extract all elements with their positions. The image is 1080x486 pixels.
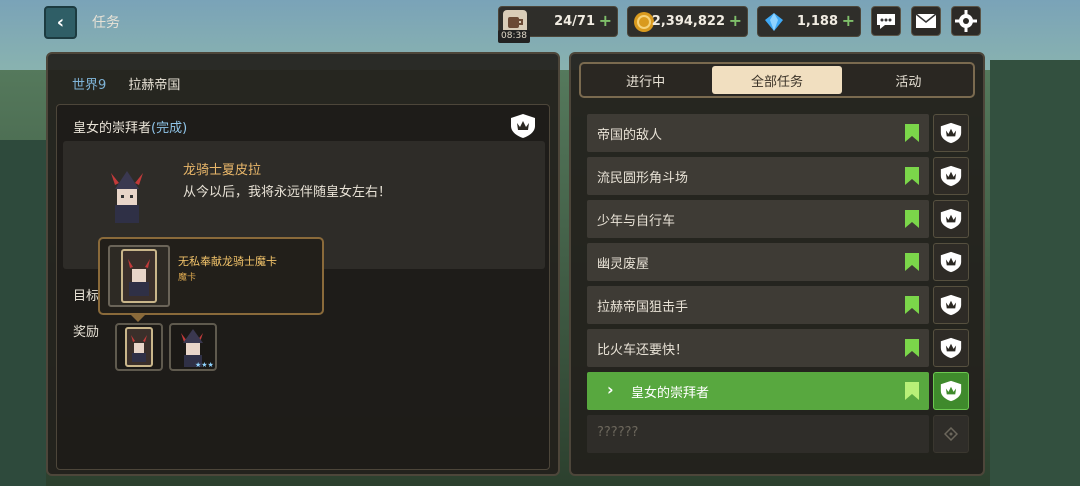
quest-row-sniper[interactable]: 拉赫帝国狙击手 <box>587 286 969 324</box>
bookmark-icon <box>905 382 919 400</box>
quest-title: 皇女的崇拜者(完成) <box>73 121 188 136</box>
back-button[interactable]: ‹ <box>44 6 77 39</box>
dialog-text: 从今以后，我将永远伴随皇女左右！ <box>183 185 392 200</box>
page-title: 任务 <box>92 15 120 31</box>
add-gold-button[interactable]: + <box>729 11 742 30</box>
left-ruin-background <box>0 140 46 486</box>
tooltip-arrow <box>130 314 146 322</box>
quest-row-locked: ?????? <box>587 415 969 453</box>
crown-shield-icon <box>933 114 969 152</box>
gold-counter: 2,394,822 + <box>627 6 748 37</box>
crown-shield-icon[interactable] <box>509 113 537 139</box>
tab-in-progress[interactable]: 进行中 <box>581 64 710 96</box>
bookmark-icon <box>905 167 919 185</box>
quest-row-princess-admirer[interactable]: › 皇女的崇拜者 <box>587 372 969 410</box>
quest-list-panel: 进行中 全部任务 活动 帝国的敌人 流民圆形角斗场 少年与自行车 幽灵废屋 拉赫… <box>569 52 985 476</box>
crown-shield-icon <box>933 243 969 281</box>
dragon-knight-portrait <box>99 167 155 227</box>
settings-icon <box>955 10 977 32</box>
speaker-name: 龙骑士夏皮拉 <box>183 163 262 178</box>
crown-shield-icon <box>933 372 969 410</box>
bookmark-icon <box>905 210 919 228</box>
gem-counter: 1,188 + <box>757 6 861 37</box>
goal-label: 目标 <box>73 289 100 304</box>
breadcrumb: 世界9 拉赫帝国 <box>72 74 180 93</box>
bookmark-icon <box>905 124 919 142</box>
bookmark-icon <box>905 339 919 357</box>
quest-row-arena[interactable]: 流民圆形角斗场 <box>587 157 969 195</box>
quest-row-boy-bicycle[interactable]: 少年与自行车 <box>587 200 969 238</box>
magic-card-icon <box>125 327 153 367</box>
diamond-outline-icon <box>933 415 969 453</box>
settings-button[interactable] <box>951 6 981 36</box>
crown-shield-icon <box>933 286 969 324</box>
svg-text:★★★: ★★★ <box>195 361 214 369</box>
world-label: 世界9 <box>72 78 107 93</box>
right-ruin-background <box>990 60 1080 486</box>
quest-row-enemies-of-empire[interactable]: 帝国的敌人 <box>587 114 969 152</box>
add-gems-button[interactable]: + <box>842 11 855 30</box>
chevron-right-icon: › <box>607 380 614 399</box>
tab-all-quests[interactable]: 全部任务 <box>712 66 842 94</box>
tooltip-card-image <box>108 245 170 307</box>
region-label: 拉赫帝国 <box>128 78 181 93</box>
mail-button[interactable] <box>911 6 941 36</box>
bookmark-icon <box>905 253 919 271</box>
tooltip-item-name: 无私奉献龙骑士魔卡 <box>178 255 277 268</box>
reward-character-slot[interactable]: ★★★ <box>169 323 217 371</box>
diamond-icon <box>762 10 786 34</box>
chat-button[interactable] <box>871 6 901 36</box>
quest-row-ghost-house[interactable]: 幽灵废屋 <box>587 243 969 281</box>
crown-shield-icon <box>933 200 969 238</box>
tab-events[interactable]: 活动 <box>844 64 973 96</box>
reward-tooltip: 无私奉献龙骑士魔卡 魔卡 <box>98 237 324 322</box>
mail-icon <box>915 13 937 28</box>
quest-row-faster-than-train[interactable]: 比火车还要快！ <box>587 329 969 367</box>
quest-tabs: 进行中 全部任务 活动 <box>579 62 975 98</box>
dragon-knight-icon: ★★★ <box>181 329 214 369</box>
reward-label: 奖励 <box>73 325 100 340</box>
stamina-timer: 08:38 <box>498 30 530 43</box>
bookmark-icon <box>905 296 919 314</box>
tooltip-item-type: 魔卡 <box>178 273 197 283</box>
quest-status: (完成) <box>151 121 188 136</box>
crown-shield-icon <box>933 329 969 367</box>
crown-shield-icon <box>933 157 969 195</box>
chat-icon <box>877 14 895 29</box>
add-stamina-button[interactable]: + <box>599 11 612 30</box>
reward-card-slot[interactable] <box>115 323 163 371</box>
